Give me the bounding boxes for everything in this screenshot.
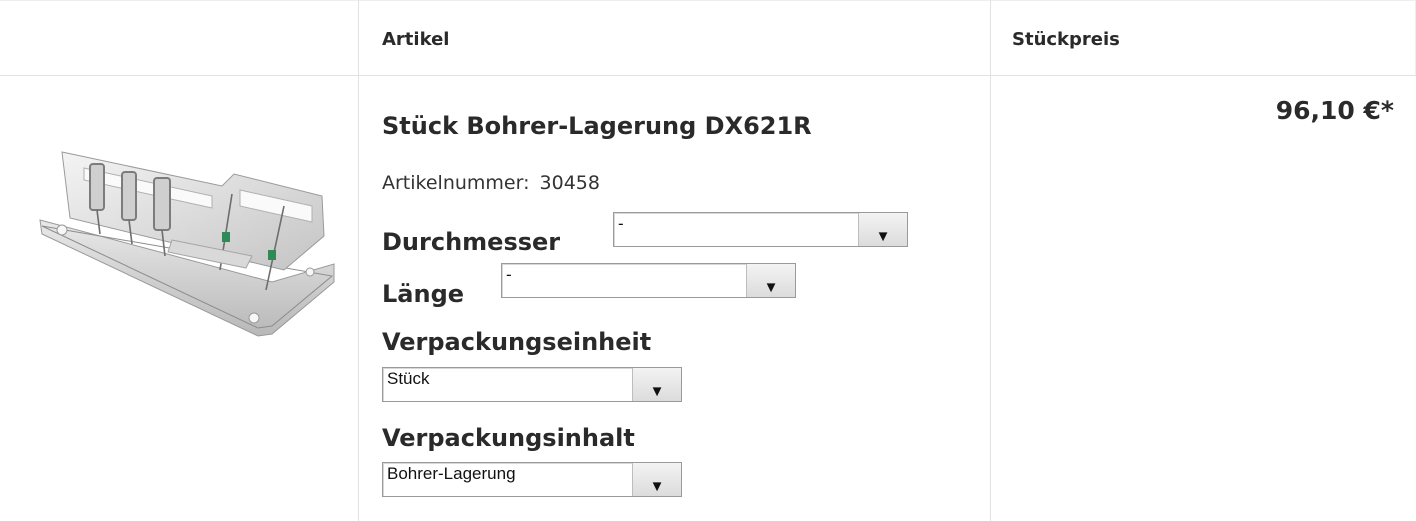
option-label-durchmesser: Durchmesser (382, 228, 561, 256)
verpackungseinheit-select-value: Stück (387, 369, 430, 388)
product-title[interactable]: Stück Bohrer-Lagerung DX621R (382, 112, 812, 140)
cart-table: Artikel Stückpreis Stück Bohrer-Lagerung… (0, 0, 1416, 521)
laenge-dropdown-button[interactable]: ▼ (746, 264, 795, 297)
laenge-select-value: - (506, 265, 512, 284)
verpackungsinhalt-dropdown-button[interactable]: ▼ (632, 463, 681, 496)
option-label-verpackungseinheit: Verpackungseinheit (382, 328, 652, 356)
article-number-label: Artikelnummer: (382, 172, 530, 194)
laenge-select[interactable]: - ▼ (501, 263, 796, 298)
verpackungseinheit-dropdown-button[interactable]: ▼ (632, 368, 681, 401)
chevron-down-icon: ▼ (649, 478, 665, 495)
durchmesser-dropdown-button[interactable]: ▼ (858, 213, 907, 246)
product-image[interactable] (22, 122, 342, 342)
chevron-down-icon: ▼ (875, 228, 891, 245)
header-bottom-border (0, 75, 1416, 76)
verpackungsinhalt-select-value: Bohrer-Lagerung (387, 464, 516, 483)
header-article: Artikel (382, 29, 450, 50)
article-number-value: 30458 (539, 172, 600, 194)
column-divider-article (990, 0, 991, 521)
drill-tray-image (39, 151, 335, 337)
option-label-laenge: Länge (382, 280, 465, 308)
durchmesser-select-value: - (618, 214, 624, 233)
header-unit-price: Stückpreis (1012, 29, 1120, 50)
chevron-down-icon: ▼ (763, 279, 779, 296)
column-divider-image (358, 0, 359, 521)
chevron-down-icon: ▼ (649, 383, 665, 400)
unit-price: 96,10 €* (1275, 96, 1394, 125)
option-label-verpackungsinhalt: Verpackungsinhalt (382, 424, 635, 452)
verpackungseinheit-select[interactable]: Stück ▼ (382, 367, 682, 402)
durchmesser-select[interactable]: - ▼ (613, 212, 908, 247)
verpackungsinhalt-select[interactable]: Bohrer-Lagerung ▼ (382, 462, 682, 497)
article-number-row: Artikelnummer: 30458 (382, 172, 600, 194)
header-top-border (0, 0, 1416, 1)
